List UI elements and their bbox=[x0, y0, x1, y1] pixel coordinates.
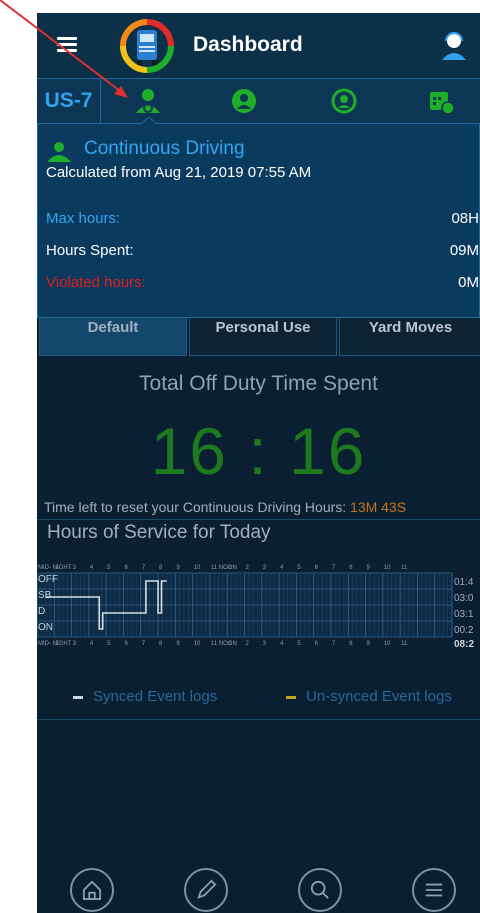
hour-tick-label: 8 bbox=[159, 641, 163, 647]
unsynced-legend: Un-synced Event logs bbox=[286, 688, 452, 705]
hour-tick-label: 11 bbox=[401, 641, 408, 647]
default-mode-button[interactable]: Default bbox=[39, 318, 187, 356]
divider bbox=[37, 519, 480, 520]
hour-tick-label: 8 bbox=[159, 565, 163, 571]
yard-moves-button[interactable]: Yard Moves bbox=[339, 318, 480, 356]
status-total: 00:2 bbox=[454, 625, 474, 636]
off-duty-clock: 16 : 16 bbox=[150, 414, 367, 488]
hour-tick-label: 7 bbox=[142, 641, 146, 647]
personal-use-button[interactable]: Personal Use bbox=[189, 318, 337, 356]
calendar-clock-icon[interactable] bbox=[426, 86, 456, 116]
hour-tick-label: 10 bbox=[194, 641, 201, 647]
duty-mode-buttons: Default Personal Use Yard Moves bbox=[37, 318, 480, 358]
status-label: ON bbox=[38, 622, 53, 633]
hos-title: Hours of Service for Today bbox=[47, 522, 271, 543]
hour-tick-label: 5 bbox=[297, 565, 301, 571]
hos-graph: MID- NIGHTMID- NIGHT22334455667788991010… bbox=[37, 565, 474, 650]
hour-tick-label: 4 bbox=[280, 641, 284, 647]
current-time-label: 08:2 bbox=[454, 639, 474, 650]
violated-hours-value: 0M bbox=[458, 274, 479, 291]
status-label: OFF bbox=[38, 574, 58, 585]
hour-tick-label: 11 NOON bbox=[211, 565, 237, 571]
off-duty-title: Total Off Duty Time Spent bbox=[139, 372, 378, 395]
cycle-reset-icon[interactable] bbox=[329, 86, 359, 116]
reset-time-text: Time left to reset your Continuous Drivi… bbox=[44, 499, 406, 515]
list-menu-icon[interactable] bbox=[412, 868, 456, 912]
hour-tick-label: 9 bbox=[176, 565, 180, 571]
hour-tick-label: 2 bbox=[246, 565, 250, 571]
continuous-driving-panel: Continuous Driving Calculated from Aug 2… bbox=[37, 124, 480, 318]
unsynced-legend-label: Un-synced Event logs bbox=[306, 688, 452, 705]
hour-tick-label: 10 bbox=[194, 565, 201, 571]
status-total: 01:4 bbox=[454, 577, 474, 588]
calculated-from-text: Calculated from Aug 21, 2019 07:55 AM bbox=[46, 164, 312, 181]
hour-tick-label: 3 bbox=[263, 641, 267, 647]
home-icon[interactable] bbox=[70, 868, 114, 912]
panel-title: Continuous Driving bbox=[84, 138, 245, 159]
hour-tick-label: 3 bbox=[73, 641, 77, 647]
status-label: SB bbox=[38, 590, 52, 601]
hour-tick-label: 9 bbox=[176, 641, 180, 647]
max-hours-label: Max hours: bbox=[46, 210, 121, 227]
hours-spent-label: Hours Spent: bbox=[46, 242, 134, 259]
drive-time-icon[interactable] bbox=[229, 86, 259, 116]
search-icon[interactable] bbox=[298, 868, 342, 912]
hour-tick-label: 10 bbox=[384, 565, 391, 571]
violated-hours-label: Violated hours: bbox=[46, 274, 146, 291]
annotation-arrow-icon bbox=[0, 0, 128, 98]
hour-tick-label: 7 bbox=[332, 565, 336, 571]
status-total: 03:0 bbox=[454, 593, 474, 604]
edit-log-icon[interactable] bbox=[184, 868, 228, 912]
hour-tick-label: 5 bbox=[107, 565, 111, 571]
page-title: Dashboard bbox=[193, 33, 303, 56]
hour-tick-label: 5 bbox=[107, 641, 111, 647]
hour-tick-label: 2 bbox=[246, 641, 250, 647]
hour-tick-label: 10 bbox=[384, 641, 391, 647]
hour-tick-label: 8 bbox=[349, 641, 353, 647]
hours-spent-row: Hours Spent: 09M bbox=[46, 242, 479, 262]
synced-legend: Synced Event logs bbox=[73, 688, 217, 705]
hour-tick-label: 11 bbox=[401, 565, 408, 571]
violated-hours-row: Violated hours: 0M bbox=[46, 274, 479, 294]
hour-tick-label: 6 bbox=[124, 641, 128, 647]
hour-tick-label: 6 bbox=[315, 641, 319, 647]
hour-tick-label: 9 bbox=[367, 565, 371, 571]
synced-legend-label: Synced Event logs bbox=[93, 688, 218, 705]
support-agent-icon[interactable] bbox=[440, 31, 468, 61]
hour-tick-label: 8 bbox=[349, 565, 353, 571]
divider bbox=[37, 719, 480, 720]
hour-tick-label: 6 bbox=[315, 565, 319, 571]
hour-tick-label: 3 bbox=[263, 565, 267, 571]
status-total: 03:1 bbox=[454, 609, 474, 620]
hour-tick-label: 7 bbox=[332, 641, 336, 647]
app-screen: Dashboard US-7 Continuous Driving Calcul… bbox=[37, 13, 480, 913]
hour-tick-label: 4 bbox=[280, 565, 284, 571]
max-hours-value: 08H bbox=[451, 210, 479, 227]
max-hours-row: Max hours: 08H bbox=[46, 210, 479, 230]
status-label: D bbox=[38, 606, 45, 617]
reset-time-value: 13M 43S bbox=[350, 499, 407, 515]
hour-tick-label: 6 bbox=[124, 565, 128, 571]
hour-tick-label: 5 bbox=[297, 641, 301, 647]
hour-tick-label: 11 NOON bbox=[211, 641, 237, 647]
hour-tick-label: 7 bbox=[142, 565, 146, 571]
bottom-nav bbox=[37, 868, 480, 913]
hours-spent-value: 09M bbox=[449, 242, 479, 259]
driver-icon bbox=[47, 142, 71, 162]
hour-tick-label: 4 bbox=[90, 641, 94, 647]
hour-tick-label: 3 bbox=[73, 565, 77, 571]
hour-tick-label: 9 bbox=[367, 641, 371, 647]
reset-time-label: Time left to reset your Continuous Drivi… bbox=[44, 499, 347, 515]
hour-tick-label: 4 bbox=[90, 565, 94, 571]
